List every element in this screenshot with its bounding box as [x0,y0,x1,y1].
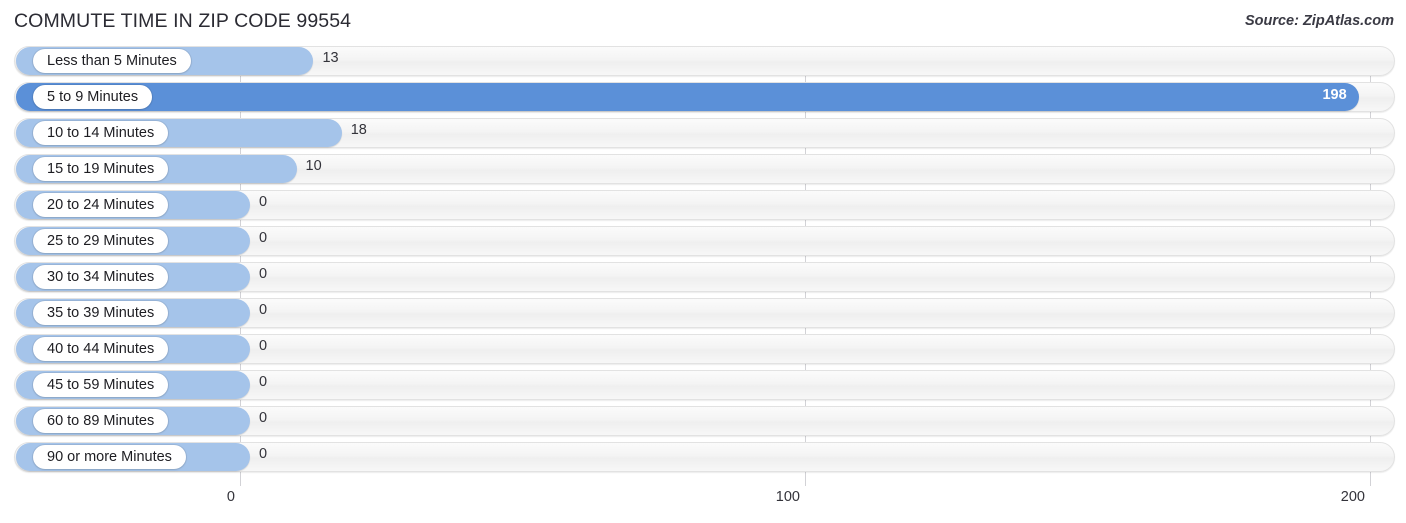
source-attribution: Source: ZipAtlas.com [1244,13,1394,29]
bar-value-label: 0 [259,338,268,354]
bar-row[interactable]: 5 to 9 Minutes 198 [0,82,1406,112]
chart-plot-area: Less than 5 Minutes 13 5 to 9 Minutes 198 10… [0,46,1406,486]
bar-fill [16,83,1359,111]
bar-value-label: 0 [259,266,268,282]
bar-category-label: 5 to 9 Minutes [33,85,153,109]
bar-rows: Less than 5 Minutes 13 5 to 9 Minutes 198 10… [0,46,1406,478]
bar-category-label: 10 to 14 Minutes [33,121,169,145]
bar-category-label: 25 to 29 Minutes [33,229,169,253]
bar-row[interactable]: Less than 5 Minutes 13 [0,46,1406,76]
bar-category-label: 60 to 89 Minutes [33,409,169,433]
bar-row[interactable]: 40 to 44 Minutes 0 [0,334,1406,364]
bar-category-label: 35 to 39 Minutes [33,301,169,325]
bar-category-label: 30 to 34 Minutes [33,265,169,289]
bar-row[interactable]: 35 to 39 Minutes 0 [0,298,1406,328]
bar-row[interactable]: 25 to 29 Minutes 0 [0,226,1406,256]
bar-row[interactable]: 10 to 14 Minutes 18 [0,118,1406,148]
bar-category-label: 90 or more Minutes [33,445,186,469]
axis-tick-label: 200 [1340,489,1365,505]
bar-row[interactable]: 15 to 19 Minutes 10 [0,154,1406,184]
bar-category-label: 20 to 24 Minutes [33,193,169,217]
bar-value-label: 0 [259,374,268,390]
bar-row[interactable]: 90 or more Minutes 0 [0,442,1406,472]
bar-category-label: 45 to 59 Minutes [33,373,169,397]
chart-header: COMMUTE TIME IN ZIP CODE 99554 Source: Z… [0,0,1406,46]
bar-value-label: 0 [259,410,268,426]
x-axis: 0 100 200 [0,486,1406,523]
bar-value-label: 0 [259,302,268,318]
page-title: COMMUTE TIME IN ZIP CODE 99554 [14,10,352,32]
bar-value-label: 198 [1322,87,1347,103]
bar-category-label: 15 to 19 Minutes [33,157,169,181]
bar-value-label: 0 [259,230,268,246]
axis-tick-label: 0 [226,489,235,505]
bar-category-label: Less than 5 Minutes [33,49,191,73]
bar-category-label: 40 to 44 Minutes [33,337,169,361]
bar-row[interactable]: 30 to 34 Minutes 0 [0,262,1406,292]
bar-value-label: 10 [305,158,322,174]
bar-row[interactable]: 20 to 24 Minutes 0 [0,190,1406,220]
bar-row[interactable]: 60 to 89 Minutes 0 [0,406,1406,436]
bar-value-label: 0 [259,446,268,462]
axis-tick-label: 100 [775,489,800,505]
bar-value-label: 18 [350,122,367,138]
bar-value-label: 0 [259,194,268,210]
bar-value-label: 13 [322,50,339,66]
bar-row[interactable]: 45 to 59 Minutes 0 [0,370,1406,400]
